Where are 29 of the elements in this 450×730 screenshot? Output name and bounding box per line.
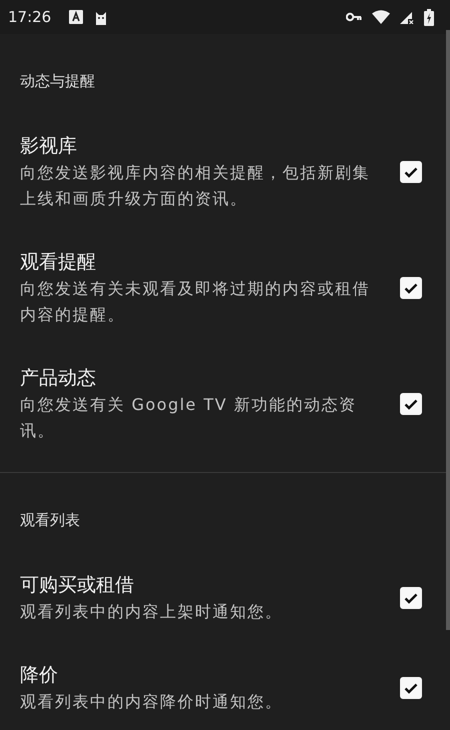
setting-title: 可购买或租借 (20, 573, 135, 598)
checkbox[interactable] (400, 277, 422, 299)
checkbox[interactable] (400, 393, 422, 415)
checkbox[interactable] (400, 587, 422, 609)
setting-description: 观看列表中的内容降价时通知您。 (20, 691, 284, 713)
check-icon (404, 398, 418, 410)
section-header: 观看列表 (19, 510, 81, 531)
check-icon (404, 282, 418, 294)
setting-title: 影视库 (20, 134, 78, 159)
signal-icon (400, 10, 414, 24)
setting-title: 观看提醒 (20, 250, 97, 275)
setting-description: 向您发送影视库内容的相关提醒，包括新剧集上线和画质升级方面的资讯。 (20, 162, 371, 210)
setting-description: 向您发送有关 Google TV 新功能的动态资讯。 (20, 394, 358, 442)
status-time: 17:26 (8, 8, 52, 26)
setting-description: 观看列表中的内容上架时通知您。 (20, 601, 284, 623)
setting-title: 产品动态 (20, 366, 97, 391)
section-header: 动态与提醒 (19, 71, 96, 92)
setting-description: 向您发送有关未观看及即将过期的内容或租借内容的提醒。 (20, 278, 371, 326)
checkbox[interactable] (400, 677, 422, 699)
scrollbar[interactable] (446, 30, 450, 630)
setting-title: 降价 (20, 663, 59, 688)
check-icon (404, 682, 418, 694)
wifi-icon (372, 10, 390, 24)
checkbox[interactable] (400, 161, 422, 183)
keyboard-letter-icon (69, 10, 84, 24)
battery-charging-icon (424, 8, 434, 26)
check-icon (404, 592, 418, 604)
key-icon (346, 12, 362, 22)
check-icon (404, 166, 418, 178)
